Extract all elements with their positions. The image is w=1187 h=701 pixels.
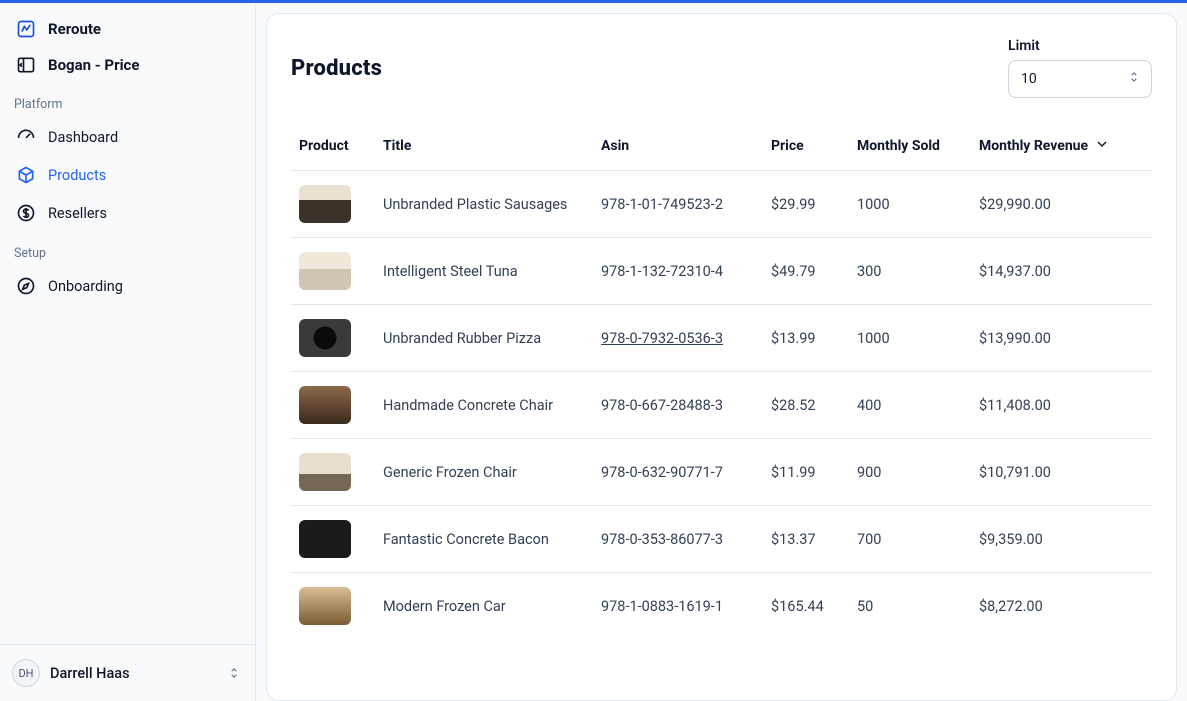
sidebar-item-label: Onboarding <box>48 278 123 295</box>
brand-name: Reroute <box>48 20 101 38</box>
cell-asin: 978-0-7932-0536-3 <box>593 305 763 372</box>
limit-group: Limit 10 <box>1008 38 1152 98</box>
limit-select[interactable]: 10 <box>1008 60 1152 98</box>
th-monthly-revenue[interactable]: Monthly Revenue <box>971 126 1152 171</box>
product-thumbnail <box>299 587 351 625</box>
cell-asin: 978-0-632-90771-7 <box>593 439 763 506</box>
product-thumbnail <box>299 386 351 424</box>
table-row[interactable]: Generic Frozen Chair978-0-632-90771-7$11… <box>291 439 1152 506</box>
cell-asin: 978-0-353-86077-3 <box>593 506 763 573</box>
chevron-down-icon <box>1094 136 1110 156</box>
cell-price: $29.99 <box>763 171 849 238</box>
table-row[interactable]: Unbranded Plastic Sausages978-1-01-74952… <box>291 171 1152 238</box>
table-row[interactable]: Fantastic Concrete Bacon978-0-353-86077-… <box>291 506 1152 573</box>
cell-title: Handmade Concrete Chair <box>375 372 593 439</box>
product-thumbnail <box>299 252 351 290</box>
sidebar-item-label: Dashboard <box>48 129 118 146</box>
th-monthly-sold[interactable]: Monthly Sold <box>849 126 971 171</box>
panel-left-icon <box>16 55 36 75</box>
cell-monthly-revenue: $10,791.00 <box>971 439 1152 506</box>
cell-monthly-sold: 900 <box>849 439 971 506</box>
products-table: Product Title Asin Price Monthly Sold Mo… <box>291 126 1152 639</box>
cell-monthly-revenue: $13,990.00 <box>971 305 1152 372</box>
nav-setup: Onboarding <box>0 267 255 305</box>
nav-platform: Dashboard Products <box>0 118 255 232</box>
table-header-row: Product Title Asin Price Monthly Sold Mo… <box>291 126 1152 171</box>
cell-price: $165.44 <box>763 573 849 640</box>
panel: Products Limit 10 <box>266 13 1177 701</box>
cell-asin: 978-1-132-72310-4 <box>593 238 763 305</box>
limit-value: 10 <box>1021 71 1037 87</box>
cell-price: $49.79 <box>763 238 849 305</box>
cell-title: Generic Frozen Chair <box>375 439 593 506</box>
cell-title: Intelligent Steel Tuna <box>375 238 593 305</box>
cell-asin: 978-1-01-749523-2 <box>593 171 763 238</box>
cell-title: Unbranded Rubber Pizza <box>375 305 593 372</box>
cell-price: $11.99 <box>763 439 849 506</box>
section-platform-label: Platform <box>0 83 255 118</box>
th-monthly-revenue-label: Monthly Revenue <box>979 138 1088 154</box>
workspace-switcher[interactable]: Bogan - Price <box>8 47 247 83</box>
dollar-icon <box>16 203 36 223</box>
user-menu[interactable]: DH Darrell Haas <box>0 644 255 701</box>
sidebar-item-onboarding[interactable]: Onboarding <box>8 267 247 305</box>
th-asin[interactable]: Asin <box>593 126 763 171</box>
chevrons-up-down-icon <box>225 664 243 682</box>
sidebar-item-dashboard[interactable]: Dashboard <box>8 118 247 156</box>
cell-price: $28.52 <box>763 372 849 439</box>
limit-label: Limit <box>1008 38 1152 54</box>
cell-monthly-sold: 1000 <box>849 305 971 372</box>
table-row[interactable]: Handmade Concrete Chair978-0-667-28488-3… <box>291 372 1152 439</box>
cell-monthly-revenue: $11,408.00 <box>971 372 1152 439</box>
package-icon <box>16 165 36 185</box>
sidebar-item-resellers[interactable]: Resellers <box>8 194 247 232</box>
cell-title: Unbranded Plastic Sausages <box>375 171 593 238</box>
main: Products Limit 10 <box>256 3 1187 701</box>
page-title: Products <box>291 38 382 81</box>
asin-link[interactable]: 978-0-7932-0536-3 <box>601 330 723 347</box>
sidebar-item-products[interactable]: Products <box>8 156 247 194</box>
sidebar-item-label: Products <box>48 167 106 184</box>
cell-price: $13.99 <box>763 305 849 372</box>
table-row[interactable]: Intelligent Steel Tuna978-1-132-72310-4$… <box>291 238 1152 305</box>
cell-monthly-sold: 400 <box>849 372 971 439</box>
product-thumbnail <box>299 453 351 491</box>
th-price[interactable]: Price <box>763 126 849 171</box>
sidebar-item-label: Resellers <box>48 205 107 222</box>
cell-price: $13.37 <box>763 506 849 573</box>
table-row[interactable]: Modern Frozen Car978-1-0883-1619-1$165.4… <box>291 573 1152 640</box>
workspace-name: Bogan - Price <box>48 56 139 74</box>
cell-monthly-sold: 1000 <box>849 171 971 238</box>
cell-monthly-revenue: $14,937.00 <box>971 238 1152 305</box>
brand-row[interactable]: Reroute <box>8 11 247 47</box>
table-row[interactable]: Unbranded Rubber Pizza 978-0-7932-0536-3 $… <box>291 305 1152 372</box>
cell-monthly-revenue: $9,359.00 <box>971 506 1152 573</box>
product-thumbnail <box>299 520 351 558</box>
sidebar: Reroute Bogan - Price Platform <box>0 3 256 701</box>
product-thumbnail <box>299 319 351 357</box>
compass-icon <box>16 276 36 296</box>
section-setup-label: Setup <box>0 232 255 267</box>
cell-monthly-revenue: $8,272.00 <box>971 573 1152 640</box>
cell-monthly-sold: 700 <box>849 506 971 573</box>
cell-monthly-sold: 300 <box>849 238 971 305</box>
reroute-logo-icon <box>16 19 36 39</box>
th-title[interactable]: Title <box>375 126 593 171</box>
avatar: DH <box>12 659 40 687</box>
chevrons-up-down-icon <box>1127 70 1141 88</box>
cell-title: Modern Frozen Car <box>375 573 593 640</box>
cell-title: Fantastic Concrete Bacon <box>375 506 593 573</box>
user-name: Darrell Haas <box>50 665 215 682</box>
gauge-icon <box>16 127 36 147</box>
cell-monthly-revenue: $29,990.00 <box>971 171 1152 238</box>
cell-asin: 978-1-0883-1619-1 <box>593 573 763 640</box>
th-product[interactable]: Product <box>291 126 375 171</box>
product-thumbnail <box>299 185 351 223</box>
cell-monthly-sold: 50 <box>849 573 971 640</box>
cell-asin: 978-0-667-28488-3 <box>593 372 763 439</box>
